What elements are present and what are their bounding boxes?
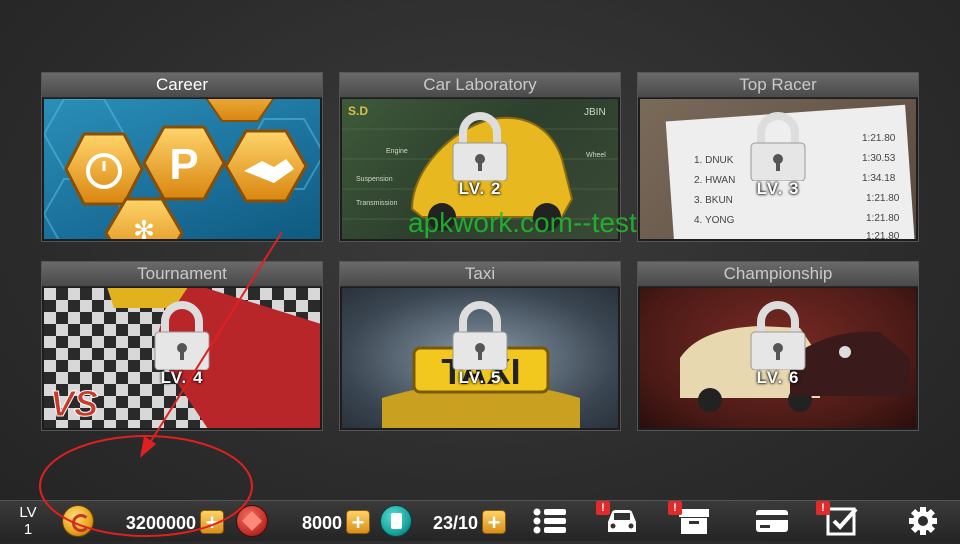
- fuel-icon: [380, 505, 412, 537]
- gem-icon: [236, 505, 268, 537]
- credit-card-icon: [756, 510, 788, 532]
- level-value: 1: [23, 521, 33, 538]
- fuel-counter: 23/10 +: [380, 505, 510, 537]
- mode-card-championship[interactable]: Championship LV. 6: [637, 261, 919, 431]
- svg-text:1:34.18: 1:34.18: [862, 173, 896, 184]
- svg-text:S.D: S.D: [348, 104, 368, 118]
- level-label: LV: [19, 504, 37, 521]
- svg-text:Engine: Engine: [386, 148, 408, 155]
- lock-icon: LV. 2: [447, 111, 513, 199]
- svg-text:Suspension: Suspension: [356, 176, 393, 183]
- required-level-label: LV. 3: [756, 179, 800, 198]
- lock-icon: LV. 6: [745, 300, 811, 388]
- mode-card-career[interactable]: Career P ✻: [41, 72, 323, 242]
- required-level-label: LV. 6: [756, 368, 800, 387]
- add-fuel-button[interactable]: +: [482, 510, 506, 534]
- mode-title: Career: [42, 73, 322, 98]
- career-artwork: P ✻: [44, 99, 320, 239]
- svg-text:VS: VS: [50, 383, 98, 424]
- svg-text:✻: ✻: [133, 216, 155, 239]
- coins-counter: 3200000 +: [62, 505, 228, 537]
- storage-button[interactable]: !: [668, 501, 720, 539]
- coins-value: 3200000: [125, 513, 196, 533]
- garage-button[interactable]: !: [596, 501, 648, 539]
- required-level-label: LV. 5: [458, 368, 502, 387]
- player-level: LV 1: [0, 501, 56, 541]
- svg-text:1:21.80: 1:21.80: [866, 193, 900, 204]
- svg-text:1:21.80: 1:21.80: [866, 231, 900, 239]
- required-level-label: LV. 2: [458, 179, 502, 198]
- svg-text:JBIN: JBIN: [584, 107, 606, 118]
- mode-card-taxi[interactable]: Taxi TAXI LV. 5: [339, 261, 621, 431]
- mode-title: Tournament: [42, 262, 322, 287]
- svg-text:P: P: [169, 140, 198, 189]
- gear-icon: [909, 507, 937, 535]
- notification-badge: !: [816, 501, 830, 515]
- required-level-label: LV. 4: [160, 368, 204, 387]
- svg-text:1:21.80: 1:21.80: [866, 213, 900, 224]
- gems-counter: 8000 +: [236, 505, 376, 537]
- list-icon: [533, 508, 566, 534]
- mode-title: Car Laboratory: [340, 73, 620, 98]
- svg-text:Transmission: Transmission: [356, 200, 397, 207]
- svg-text:1:21.80: 1:21.80: [862, 133, 896, 144]
- notification-badge: !: [668, 501, 682, 515]
- svg-text:Wheel: Wheel: [586, 152, 606, 159]
- mode-title: Top Racer: [638, 73, 918, 98]
- shop-card-button[interactable]: [746, 503, 798, 539]
- missions-button[interactable]: !: [816, 501, 868, 539]
- svg-text:3. BKUN: 3. BKUN: [694, 195, 733, 206]
- coin-icon: [62, 505, 94, 537]
- status-bar: LV 1 3200000 + 8000 + 23/10 + ! ! !: [0, 500, 960, 541]
- lock-icon: LV. 5: [447, 300, 513, 388]
- fuel-value: 23/10: [432, 513, 478, 533]
- svg-text:1. DNUK: 1. DNUK: [694, 155, 734, 166]
- mode-title: Taxi: [340, 262, 620, 287]
- lock-icon: LV. 3: [745, 111, 811, 199]
- mode-card-top-racer[interactable]: Top Racer 1. DNUK 2. HWAN 3. BKUN 4. YON…: [637, 72, 919, 242]
- watermark: apkwork.com--test: [408, 207, 637, 238]
- settings-button[interactable]: [897, 503, 949, 539]
- add-coins-button[interactable]: +: [200, 510, 224, 534]
- gems-value: 8000: [301, 513, 342, 533]
- svg-text:4. YONG: 4. YONG: [694, 215, 735, 226]
- svg-text:1:30.53: 1:30.53: [862, 153, 896, 164]
- lock-icon: LV. 4: [149, 300, 215, 388]
- add-gems-button[interactable]: +: [346, 510, 370, 534]
- mode-card-tournament[interactable]: Tournament VS LV. 4: [41, 261, 323, 431]
- career-hex-icons: P ✻: [44, 99, 320, 239]
- mode-title: Championship: [638, 262, 918, 287]
- list-menu-button[interactable]: [524, 503, 576, 539]
- notification-badge: !: [596, 501, 610, 515]
- svg-text:2. HWAN: 2. HWAN: [694, 175, 735, 186]
